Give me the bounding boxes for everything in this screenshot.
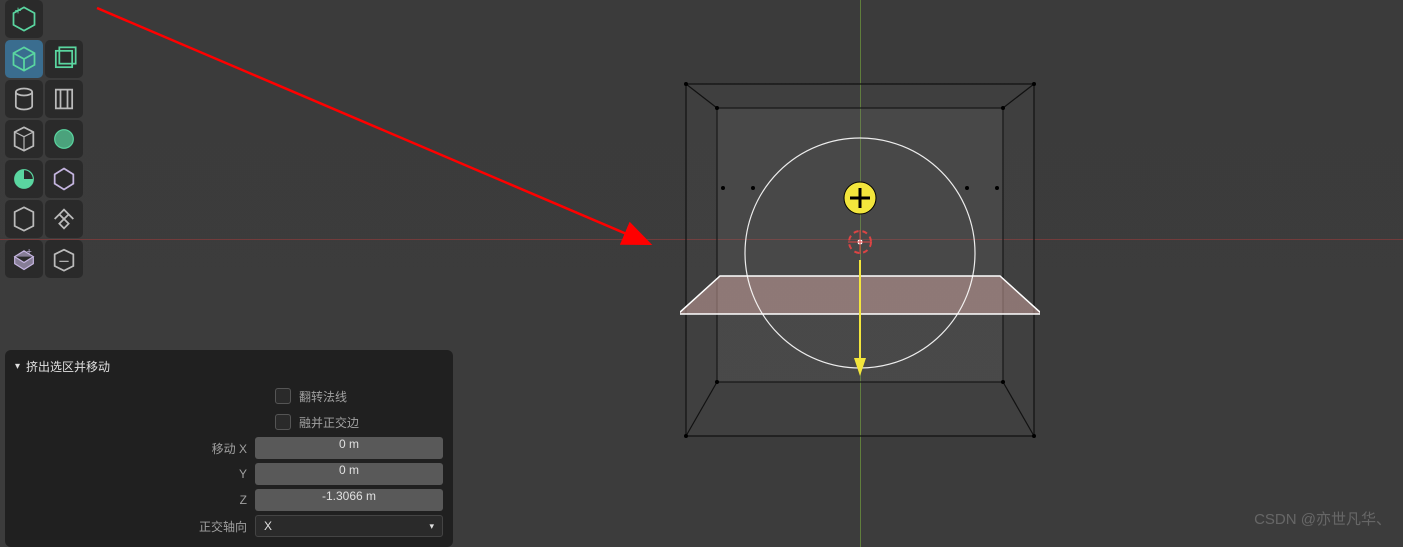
svg-text:+: + <box>15 5 22 17</box>
tool-cylinder-a[interactable] <box>5 80 43 118</box>
move-z-input[interactable]: -1.3066 m <box>255 489 443 511</box>
move-x-input[interactable]: 0 m <box>255 437 443 459</box>
move-y-label: Y <box>15 467 255 481</box>
svg-text:+: + <box>26 246 31 256</box>
tool-extrude-b[interactable] <box>45 240 83 278</box>
dissolve-ortho-label: 融并正交边 <box>299 414 359 431</box>
move-z-label: Z <box>15 493 255 507</box>
tool-sphere-shade[interactable] <box>45 120 83 158</box>
viewport-3d[interactable]: + <box>0 0 1403 547</box>
dissolve-ortho-checkbox[interactable] <box>275 414 291 430</box>
chevron-down-icon: ▾ <box>429 521 434 532</box>
chevron-down-icon: ▾ <box>15 361 20 372</box>
tool-snap[interactable] <box>45 200 83 238</box>
tool-pie[interactable] <box>5 160 43 198</box>
annotation-arrow <box>95 6 665 271</box>
ortho-axis-value: X <box>264 519 272 533</box>
flip-normals-label: 翻转法线 <box>299 388 347 405</box>
tool-cube-outline[interactable] <box>45 40 83 78</box>
move-y-input[interactable]: 0 m <box>255 463 443 485</box>
tool-cylinder-b[interactable] <box>45 80 83 118</box>
tool-box[interactable] <box>5 200 43 238</box>
mesh-tool-toolbar: + <box>5 0 83 278</box>
panel-header[interactable]: ▾ 挤出选区并移动 <box>15 358 443 375</box>
flip-normals-checkbox[interactable] <box>275 388 291 404</box>
tool-extrude-a[interactable]: + <box>5 240 43 278</box>
cube-mesh <box>680 80 1040 460</box>
move-x-label: 移动 X <box>15 440 255 457</box>
tool-add-cube[interactable]: + <box>5 0 43 38</box>
tool-polygon[interactable] <box>45 160 83 198</box>
panel-title: 挤出选区并移动 <box>26 358 110 375</box>
operator-panel: ▾ 挤出选区并移动 翻转法线 融并正交边 移动 X 0 m Y 0 m Z -1… <box>5 350 453 547</box>
tool-cube[interactable] <box>5 40 43 78</box>
tool-wireframe[interactable] <box>5 120 43 158</box>
ortho-axis-select[interactable]: X ▾ <box>255 515 443 537</box>
ortho-axis-label: 正交轴向 <box>15 518 255 535</box>
watermark: CSDN @亦世凡华、 <box>1254 508 1391 529</box>
